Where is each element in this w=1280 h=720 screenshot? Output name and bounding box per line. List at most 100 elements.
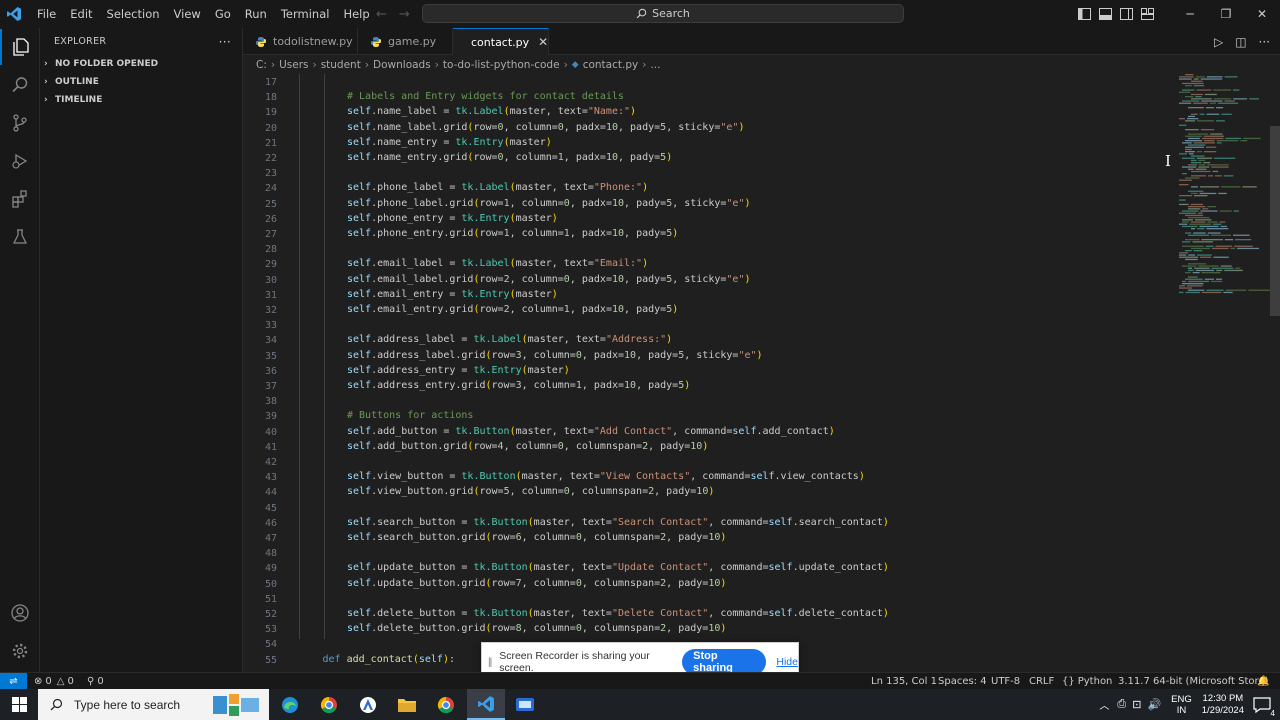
breadcrumb-item[interactable]: contact.py xyxy=(583,59,639,71)
code-editor[interactable]: 17 18 19 20 21 22 23 24 25 26 27 28 29 30 31 32 33 34 35 36… xyxy=(243,74,1280,672)
minimize-icon[interactable]: ─ xyxy=(1172,0,1208,28)
language-mode[interactable]: {} Python xyxy=(1062,673,1112,690)
run-python-file-icon[interactable]: ▷ xyxy=(1214,35,1223,49)
breadcrumb-item[interactable]: Users xyxy=(279,59,308,71)
accounts-icon[interactable] xyxy=(0,595,40,631)
code-token: , column= xyxy=(521,577,576,589)
toggle-primary-sidebar-icon[interactable] xyxy=(1074,0,1095,28)
explorer-files-icon[interactable] xyxy=(0,29,40,65)
code-token: self xyxy=(347,532,372,543)
file-explorer-icon[interactable] xyxy=(388,689,426,720)
menu-run[interactable]: Run xyxy=(238,0,274,28)
tab-todolistnew[interactable]: todolistnew.py xyxy=(243,28,358,55)
back-arrow-icon[interactable]: ← xyxy=(376,7,387,22)
chrome-browser-icon[interactable] xyxy=(310,689,348,720)
run-debug-icon[interactable] xyxy=(0,143,40,179)
menu-view[interactable]: View xyxy=(167,0,208,28)
minimap-line xyxy=(1199,113,1205,115)
app-launcher-icon[interactable] xyxy=(349,689,387,720)
vertical-scrollbar[interactable] xyxy=(1270,126,1280,316)
vscode-taskbar-icon[interactable] xyxy=(467,689,505,720)
chevron-right-icon: › xyxy=(44,59,48,69)
hide-link[interactable]: Hide xyxy=(776,656,798,668)
search-highlight-illustration-icon xyxy=(213,693,259,716)
minimap-line xyxy=(1203,162,1211,164)
breadcrumb-item[interactable]: Downloads xyxy=(373,59,431,71)
end-of-line[interactable]: CRLF xyxy=(1029,673,1054,690)
menu-edit[interactable]: Edit xyxy=(63,0,99,28)
code-token: , padx= xyxy=(569,304,612,315)
indentation[interactable]: Spaces: 4 xyxy=(938,673,987,690)
minimap[interactable] xyxy=(1177,74,1272,304)
code-token: "Phone:" xyxy=(593,182,643,194)
show-hidden-icons-chevron-icon[interactable]: ︿ xyxy=(1099,697,1109,712)
clock[interactable]: 12:30 PM 1/29/2024 xyxy=(1202,693,1244,717)
code-token: ) xyxy=(642,182,649,194)
code-token: , column= xyxy=(509,228,564,239)
minimap-line xyxy=(1195,168,1207,170)
maximize-icon[interactable]: ❐ xyxy=(1208,0,1244,28)
sidebar-section-label: OUTLINE xyxy=(55,77,99,87)
close-tab-icon[interactable]: ✕ xyxy=(538,35,548,49)
minimap-line xyxy=(1195,76,1205,78)
menu-selection[interactable]: Selection xyxy=(100,0,167,28)
search-icon[interactable] xyxy=(0,67,40,103)
close-window-icon[interactable]: ✕ xyxy=(1244,0,1280,28)
input-language[interactable]: ENG IN xyxy=(1171,694,1192,716)
code-token: row= xyxy=(479,304,504,315)
source-control-icon[interactable] xyxy=(0,105,40,141)
chrome-profile-icon[interactable] xyxy=(427,689,465,720)
manage-gear-icon[interactable] xyxy=(0,633,40,669)
cursor-position[interactable]: Ln 135, Col 1 xyxy=(871,673,937,690)
sidebar-section-outline[interactable]: › OUTLINE xyxy=(40,73,242,91)
code-token: , sticky= xyxy=(666,121,721,133)
minimap-line xyxy=(1185,135,1202,137)
breadcrumb-item[interactable]: C: xyxy=(256,59,267,71)
tab-contact[interactable]: contact.py ✕ xyxy=(453,28,549,55)
more-actions-icon[interactable]: ··· xyxy=(1259,35,1270,49)
code-token: .add_button = xyxy=(371,425,456,437)
toggle-secondary-sidebar-icon[interactable] xyxy=(1116,0,1137,28)
command-center-search[interactable]: Search xyxy=(422,4,904,23)
split-editor-icon[interactable]: ◫ xyxy=(1235,35,1246,49)
minimap-line xyxy=(1182,166,1197,168)
toggle-panel-icon[interactable] xyxy=(1095,0,1116,28)
customize-layout-icon[interactable] xyxy=(1137,0,1158,28)
testing-icon[interactable] xyxy=(0,219,40,255)
menu-help[interactable]: Help xyxy=(336,0,376,28)
python-interpreter[interactable]: 3.11.7 64-bit (Microsoft Store) xyxy=(1118,673,1268,690)
windows-start-icon[interactable] xyxy=(0,689,38,720)
more-actions-icon[interactable]: ··· xyxy=(219,35,231,49)
minimap-line xyxy=(1243,137,1261,140)
breadcrumb-item[interactable]: to-do-list-python-code xyxy=(443,59,560,71)
code-token: self xyxy=(347,106,372,118)
notifications-bell-icon[interactable]: 🔔 xyxy=(1257,673,1269,690)
code-token: master, text= xyxy=(515,258,594,270)
code-token: .view_button = xyxy=(371,471,462,483)
notification-center-icon[interactable]: 4 xyxy=(1252,694,1276,718)
menu-terminal[interactable]: Terminal xyxy=(274,0,337,28)
drag-handle-icon[interactable]: || xyxy=(488,657,492,668)
breadcrumb-item[interactable]: student xyxy=(321,59,361,71)
network-icon[interactable]: ⊡ xyxy=(1132,698,1141,711)
code-token: , command= xyxy=(672,425,733,437)
screen-recorder-icon[interactable] xyxy=(506,689,544,720)
code-token: "Name:" xyxy=(587,106,631,118)
menu-go[interactable]: Go xyxy=(208,0,238,28)
tab-game[interactable]: game.py xyxy=(358,28,453,55)
sidebar-section-no-folder-opened[interactable]: › NO FOLDER OPENED xyxy=(40,55,242,73)
code-line: self.name_label = tk.Label(master, text=… xyxy=(347,104,636,119)
edge-browser-icon[interactable] xyxy=(271,689,309,720)
menu-file[interactable]: File xyxy=(30,0,63,28)
sidebar-section-timeline[interactable]: › TIMELINE xyxy=(40,91,242,109)
ports-indicator[interactable]: ⚲ 0 xyxy=(87,673,104,690)
device-icon[interactable]: ⎙ xyxy=(1117,698,1126,711)
remote-window-icon[interactable]: ⇌ xyxy=(0,673,27,690)
volume-icon[interactable]: 🔊 xyxy=(1147,698,1161,711)
problems-indicator[interactable]: ⊗ 0 △ 0 xyxy=(34,673,74,690)
forward-arrow-icon[interactable]: → xyxy=(399,7,410,22)
taskbar-search-box[interactable]: Type here to search xyxy=(38,689,269,720)
encoding[interactable]: UTF-8 xyxy=(991,673,1020,690)
breadcrumb-item[interactable]: ... xyxy=(650,59,660,71)
extensions-icon[interactable] xyxy=(0,181,40,217)
